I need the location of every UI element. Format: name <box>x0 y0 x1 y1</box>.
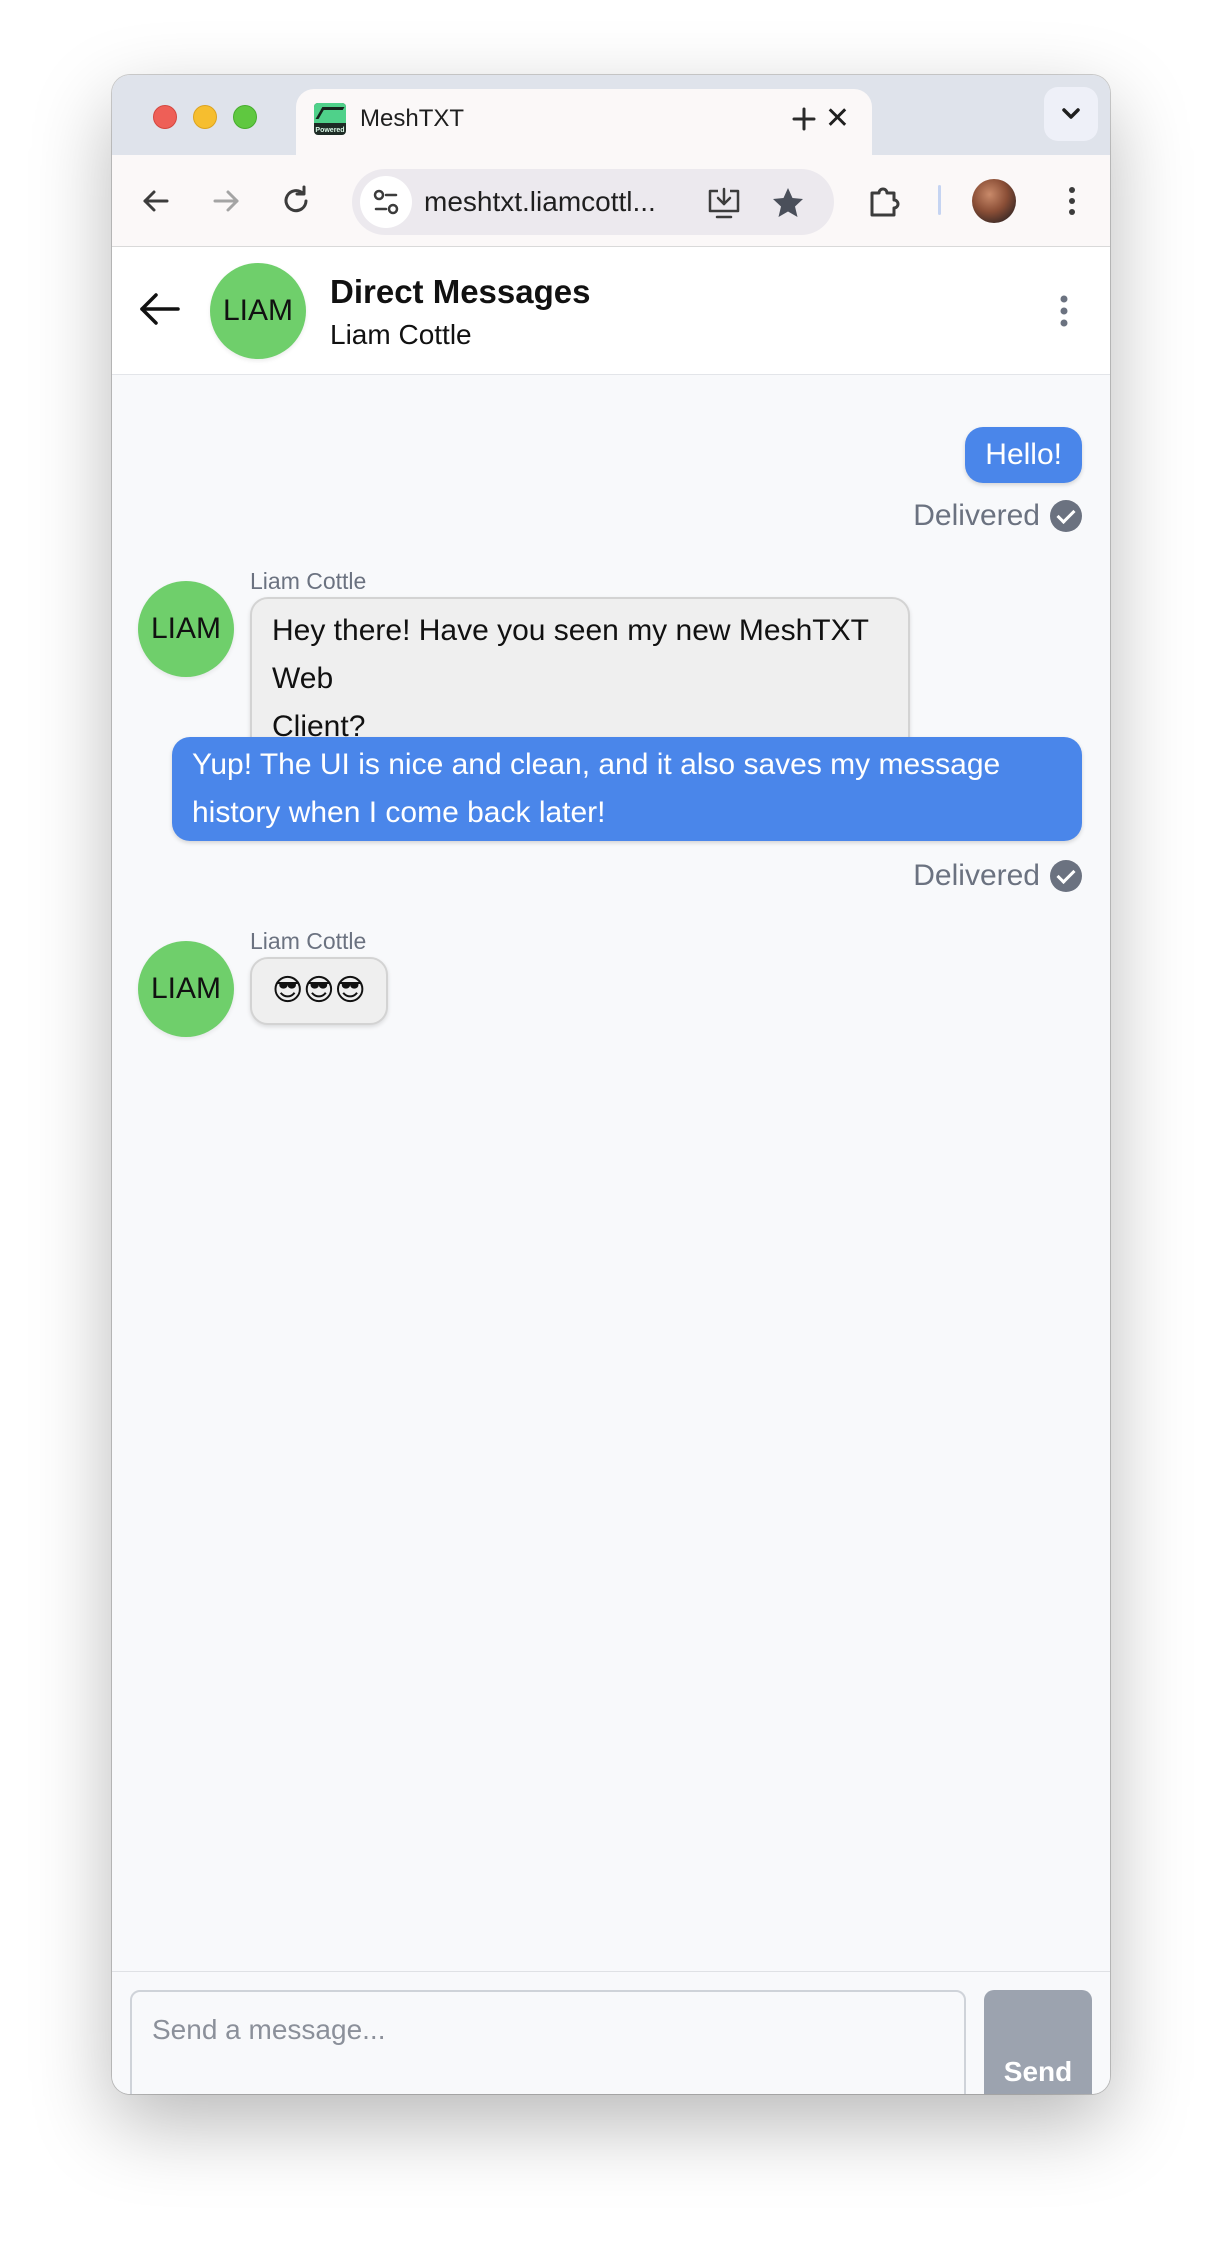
message-composer: Send <box>112 1971 1110 2094</box>
sender-name: Liam Cottle <box>250 928 367 954</box>
install-app-button[interactable] <box>704 183 744 223</box>
message-text: 😎😎😎 <box>272 974 366 1007</box>
favicon-label: Powered <box>315 127 345 134</box>
more-vertical-icon <box>1069 187 1075 215</box>
arrow-right-icon <box>213 190 239 212</box>
message-line: Hey there! Have you seen my new MeshTXT … <box>272 614 869 695</box>
tab-strip: Powered MeshTXT ✕ <box>112 75 1110 155</box>
outgoing-message[interactable]: Yup! The UI is nice and clean, and it al… <box>172 737 1082 841</box>
toolbar-divider <box>938 185 941 215</box>
check-circle-icon <box>1050 500 1082 532</box>
url-text: meshtxt.liamcottl... <box>424 186 656 217</box>
send-button[interactable]: Send <box>984 1990 1092 2094</box>
sender-avatar[interactable]: LIAM <box>138 941 234 1037</box>
bookmark-button[interactable] <box>768 183 808 223</box>
reload-button[interactable] <box>272 177 320 225</box>
browser-toolbar: meshtxt.liamcottl... <box>112 155 1110 247</box>
puzzle-icon <box>870 187 900 217</box>
new-tab-button[interactable] <box>782 97 826 141</box>
conversation-header: LIAM Direct Messages Liam Cottle <box>112 247 1110 375</box>
message-line: history when I come back later! <box>192 796 606 829</box>
minimize-window-button[interactable] <box>193 105 217 129</box>
delivery-status: Delivered <box>913 499 1082 533</box>
arrow-left-icon <box>140 293 180 325</box>
status-text: Delivered <box>913 859 1040 892</box>
delivery-status: Delivered <box>913 859 1082 893</box>
browser-window: Powered MeshTXT ✕ meshtxt.liamcottl... L… <box>112 75 1110 2094</box>
star-icon <box>773 188 803 217</box>
message-text: Hello! <box>985 438 1062 471</box>
message-line: Yup! The UI is nice and clean, and it al… <box>192 748 1001 781</box>
message-input[interactable] <box>130 1990 966 2094</box>
arrow-left-icon <box>143 190 169 212</box>
sender-avatar[interactable]: LIAM <box>138 581 234 677</box>
reload-icon <box>284 185 308 213</box>
install-icon <box>708 187 740 219</box>
address-bar[interactable]: meshtxt.liamcottl... <box>352 169 834 235</box>
outgoing-message[interactable]: Hello! <box>965 427 1082 483</box>
extensions-button[interactable] <box>860 177 908 225</box>
more-vertical-icon <box>1060 295 1068 327</box>
profile-avatar[interactable] <box>972 179 1016 223</box>
check-circle-icon <box>1050 860 1082 892</box>
contact-name: Liam Cottle <box>330 319 472 350</box>
site-info-button[interactable] <box>360 176 412 228</box>
tab-title: MeshTXT <box>360 105 465 132</box>
tune-icon <box>373 189 399 215</box>
plus-icon <box>792 107 816 131</box>
status-text: Delivered <box>913 499 1040 532</box>
sender-name: Liam Cottle <box>250 568 367 594</box>
tab-search-button[interactable] <box>1044 87 1098 141</box>
incoming-message[interactable]: 😎😎😎 <box>250 957 388 1025</box>
chevron-down-icon <box>1062 108 1080 119</box>
message-list[interactable]: Hello! Delivered LIAM Liam Cottle Hey th… <box>112 375 1110 1971</box>
forward-button[interactable] <box>202 177 250 225</box>
close-tab-icon[interactable]: ✕ <box>825 103 850 135</box>
back-button[interactable] <box>132 177 180 225</box>
zoom-window-button[interactable] <box>233 105 257 129</box>
conversation-menu-button[interactable] <box>1058 291 1070 331</box>
back-to-list-button[interactable] <box>138 287 182 331</box>
browser-menu-button[interactable] <box>1048 177 1096 225</box>
page-title: Direct Messages <box>330 273 591 310</box>
close-window-button[interactable] <box>153 105 177 129</box>
meshtxt-favicon-icon: Powered <box>314 103 346 135</box>
contact-avatar[interactable]: LIAM <box>210 263 306 359</box>
